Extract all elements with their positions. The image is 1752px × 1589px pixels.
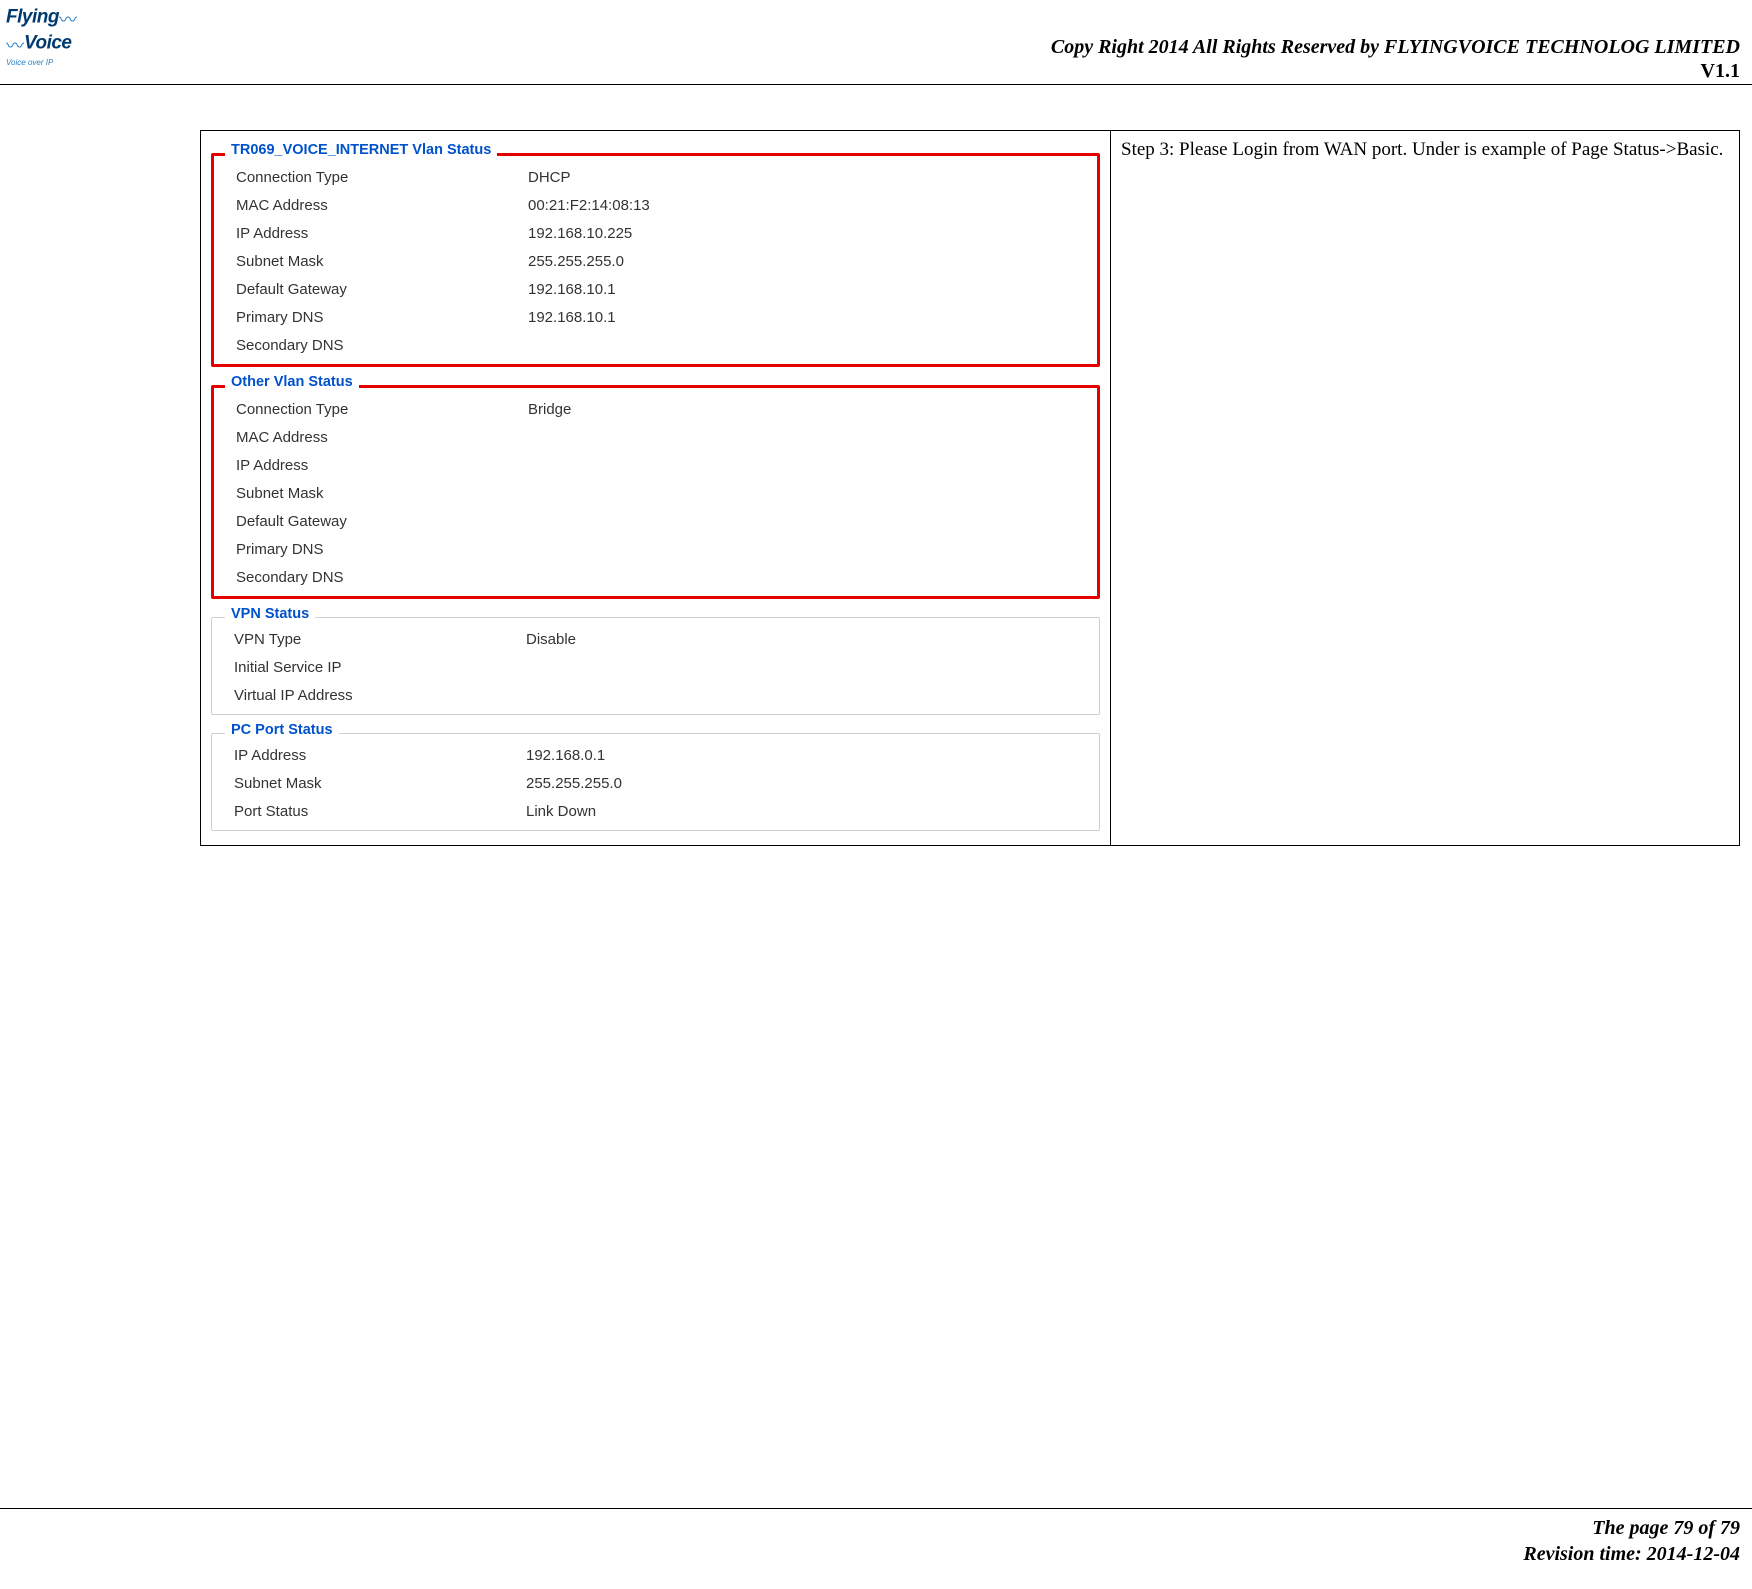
status-row-value: [526, 687, 1099, 704]
logo-tagline: Voice over IP: [6, 58, 53, 67]
status-row-label: Default Gateway: [236, 281, 528, 298]
status-row-label: Virtual IP Address: [234, 687, 526, 704]
logo-text-1: Flying: [6, 7, 59, 28]
status-row: Primary DNS192.168.10.1: [236, 309, 1097, 326]
status-row-value: [528, 429, 1097, 446]
wifi-icon: 〰: [59, 6, 77, 32]
status-row-label: Port Status: [234, 803, 526, 820]
status-row-label: Subnet Mask: [236, 253, 528, 270]
group-box: Connection TypeDHCPMAC Address00:21:F2:1…: [211, 153, 1100, 367]
status-row-value: [528, 337, 1097, 354]
instruction-cell: Step 3: Please Login from WAN port. Unde…: [1111, 131, 1739, 845]
status-row-value: 00:21:F2:14:08:13: [528, 197, 1097, 214]
footer-divider: [0, 1508, 1752, 1509]
wave-icon: 〰: [6, 32, 24, 58]
group-box: IP Address192.168.0.1Subnet Mask255.255.…: [211, 733, 1100, 831]
status-row-value: 192.168.0.1: [526, 747, 1099, 764]
status-row-label: MAC Address: [236, 429, 528, 446]
status-row: Default Gateway: [236, 513, 1097, 530]
status-row-label: Connection Type: [236, 401, 528, 418]
group-legend-title: VPN Status: [225, 606, 315, 622]
status-row-value: 255.255.255.0: [526, 775, 1099, 792]
group-box: Connection TypeBridgeMAC AddressIP Addre…: [211, 385, 1100, 599]
status-row: Connection TypeDHCP: [236, 169, 1097, 186]
status-row-label: IP Address: [236, 225, 528, 242]
status-row: VPN TypeDisable: [234, 631, 1099, 648]
status-group: VPN StatusVPN TypeDisableInitial Service…: [211, 617, 1100, 715]
status-row: Default Gateway192.168.10.1: [236, 281, 1097, 298]
status-row: MAC Address: [236, 429, 1097, 446]
status-row-label: Primary DNS: [236, 309, 528, 326]
status-row-value: 192.168.10.225: [528, 225, 1097, 242]
status-group: Other Vlan StatusConnection TypeBridgeMA…: [211, 385, 1100, 599]
footer-revision: Revision time: 2014-12-04: [1523, 1541, 1740, 1567]
copyright-text: Copy Right 2014 All Rights Reserved by F…: [1051, 36, 1740, 59]
status-row-label: Subnet Mask: [234, 775, 526, 792]
status-row-value: [528, 457, 1097, 474]
status-row-label: Connection Type: [236, 169, 528, 186]
status-row-value: 192.168.10.1: [528, 309, 1097, 326]
status-row: Subnet Mask: [236, 485, 1097, 502]
instruction-text: Step 3: Please Login from WAN port. Unde…: [1121, 139, 1723, 160]
status-row-label: Secondary DNS: [236, 337, 528, 354]
status-row: IP Address192.168.10.225: [236, 225, 1097, 242]
status-row-label: Secondary DNS: [236, 569, 528, 586]
status-group: TR069_VOICE_INTERNET Vlan StatusConnecti…: [211, 153, 1100, 367]
status-row-label: Primary DNS: [236, 541, 528, 558]
status-group: PC Port StatusIP Address192.168.0.1Subne…: [211, 733, 1100, 831]
status-row: IP Address192.168.0.1: [234, 747, 1099, 764]
status-row-label: Subnet Mask: [236, 485, 528, 502]
header-divider: [0, 84, 1752, 85]
page-header: Flying〰 〰Voice Voice over IP Copy Right …: [0, 0, 1752, 70]
status-row: Initial Service IP: [234, 659, 1099, 676]
logo-text-2: Voice: [24, 33, 72, 54]
status-row-label: VPN Type: [234, 631, 526, 648]
group-legend-title: TR069_VOICE_INTERNET Vlan Status: [225, 142, 497, 158]
brand-logo: Flying〰 〰Voice Voice over IP: [6, 6, 116, 66]
status-row: Secondary DNS: [236, 337, 1097, 354]
version-text: V1.1: [1701, 60, 1740, 83]
status-row: Subnet Mask255.255.255.0: [236, 253, 1097, 270]
status-row-value: Link Down: [526, 803, 1099, 820]
status-row: Primary DNS: [236, 541, 1097, 558]
status-row: Port StatusLink Down: [234, 803, 1099, 820]
status-row-label: MAC Address: [236, 197, 528, 214]
group-legend-title: Other Vlan Status: [225, 374, 359, 390]
status-row-label: Default Gateway: [236, 513, 528, 530]
content-table: TR069_VOICE_INTERNET Vlan Status Connecti…: [200, 130, 1740, 846]
status-row-value: Bridge: [528, 401, 1097, 418]
status-row: Secondary DNS: [236, 569, 1097, 586]
status-row-label: IP Address: [236, 457, 528, 474]
status-row-value: [528, 485, 1097, 502]
status-row-label: Initial Service IP: [234, 659, 526, 676]
status-row-value: [528, 541, 1097, 558]
page-footer: The page 79 of 79 Revision time: 2014-12…: [1523, 1515, 1740, 1567]
status-row: MAC Address00:21:F2:14:08:13: [236, 197, 1097, 214]
status-row-value: [528, 513, 1097, 530]
status-row-value: 255.255.255.0: [528, 253, 1097, 270]
status-row: IP Address: [236, 457, 1097, 474]
status-row-value: Disable: [526, 631, 1099, 648]
status-row-value: [526, 659, 1099, 676]
status-row: Subnet Mask255.255.255.0: [234, 775, 1099, 792]
status-row: Connection TypeBridge: [236, 401, 1097, 418]
status-row-value: [528, 569, 1097, 586]
group-box: VPN TypeDisableInitial Service IPVirtual…: [211, 617, 1100, 715]
status-row: Virtual IP Address: [234, 687, 1099, 704]
footer-page: The page 79 of 79: [1523, 1515, 1740, 1541]
status-row-value: DHCP: [528, 169, 1097, 186]
screenshot-cell: TR069_VOICE_INTERNET Vlan Status Connecti…: [201, 131, 1111, 845]
status-row-label: IP Address: [234, 747, 526, 764]
group-legend-title: PC Port Status: [225, 722, 339, 738]
status-row-value: 192.168.10.1: [528, 281, 1097, 298]
